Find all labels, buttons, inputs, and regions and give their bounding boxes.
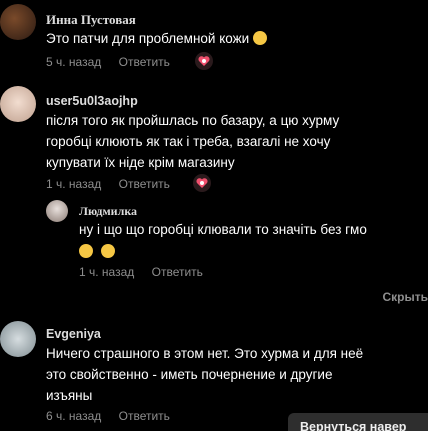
reply-meta: 1 ч. назад Ответить (79, 265, 203, 279)
comment-author[interactable]: Инна Пустовая (46, 12, 136, 28)
comment-text-line: изъяны (46, 388, 93, 403)
back-to-top-button[interactable]: Вернуться навер (288, 413, 428, 431)
reply-text-line: ну і що що горобці клювали то значіть бе… (79, 222, 367, 237)
comment-text-line: після того як пройшлась по базару, а цю … (46, 113, 340, 128)
comment-meta: 6 ч. назад Ответить (46, 409, 170, 423)
hide-replies-button[interactable]: Скрыть (382, 290, 428, 304)
avatar[interactable] (0, 86, 36, 122)
reply-button[interactable]: Ответить (119, 409, 170, 423)
smiling-emoji-icon (100, 244, 115, 258)
back-to-top-label: Вернуться навер (300, 420, 407, 431)
comment-meta: 5 ч. назад Ответить (46, 55, 170, 69)
reply-button[interactable]: Ответить (119, 55, 170, 69)
avatar[interactable] (0, 4, 36, 40)
comment-time: 6 ч. назад (46, 409, 102, 423)
laughing-emoji-icon (252, 31, 267, 45)
comment-text-line: Это патчи для проблемной кожи (46, 31, 250, 46)
comment-text: Ничего страшного в этом нет. Это хурма и… (46, 343, 363, 406)
reply-author[interactable]: Людмилка (79, 204, 137, 219)
reply-time: 1 ч. назад (79, 265, 135, 279)
reply-button[interactable]: Ответить (152, 265, 203, 279)
like-badge-icon[interactable] (195, 52, 213, 70)
avatar[interactable] (0, 321, 36, 357)
reply-text: ну і що що горобці клювали то значіть бе… (79, 219, 367, 262)
comment-time: 5 ч. назад (46, 55, 102, 69)
reply-emoji-row (79, 241, 367, 262)
comment-text: після того як пройшлась по базару, а цю … (46, 110, 339, 173)
comment-text-line: горобці клюють як так і треба, взагалі н… (46, 134, 331, 149)
comment-text-line: купувати їх ніде крім магазину (46, 155, 235, 170)
reply-button[interactable]: Ответить (119, 177, 170, 191)
comment-text: Это патчи для проблемной кожи (46, 28, 267, 49)
comment-text-line: это свойственно - иметь почернение и дру… (46, 367, 333, 382)
like-badge-icon[interactable] (193, 174, 211, 192)
comment-time: 1 ч. назад (46, 177, 102, 191)
comment-author[interactable]: user5u0l3aojhp (46, 94, 138, 108)
avatar[interactable] (46, 200, 68, 222)
comment-text-line: Ничего страшного в этом нет. Это хурма и… (46, 346, 364, 361)
comment-author[interactable]: Evgeniya (46, 327, 101, 341)
comment-meta: 1 ч. назад Ответить (46, 177, 170, 191)
winking-emoji-icon (79, 244, 93, 258)
